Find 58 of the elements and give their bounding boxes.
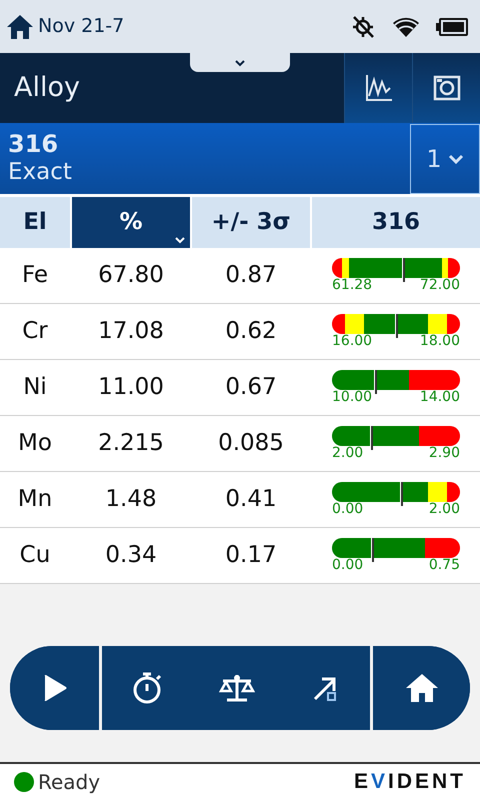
pull-down-tab[interactable] <box>190 53 290 72</box>
range-max: 2.00 <box>428 502 460 518</box>
error-cell-text: 0.62 <box>224 317 278 346</box>
play-button[interactable] <box>10 646 102 730</box>
camera-button[interactable] <box>412 53 480 123</box>
chevron-down-icon <box>448 154 464 164</box>
percent-cell-text: 67.80 <box>97 261 165 290</box>
error-cell-text: 0.87 <box>224 261 278 290</box>
percent-cell-text: 1.48 <box>104 485 158 514</box>
range-min: 10.00 <box>332 390 372 406</box>
home-icon <box>404 672 440 704</box>
brand-logo: EVIDENT <box>354 769 466 796</box>
percent-cell-text: 2.215 <box>97 429 165 458</box>
element-cell-text: Mo <box>17 429 53 458</box>
range-min: 0.00 <box>332 558 364 574</box>
balance-scale-icon <box>219 673 255 703</box>
range-max: 2.90 <box>428 446 460 462</box>
percent-cell-text: 0.34 <box>104 541 158 570</box>
spectrum-button[interactable] <box>344 53 412 123</box>
sort-caret-icon <box>174 236 186 244</box>
percent-cell-text: 17.08 <box>97 317 165 346</box>
element-cell-text: Fe <box>20 261 50 290</box>
column-header[interactable]: +/- 3σ <box>192 197 310 248</box>
element-cell-text: Ni <box>22 373 48 402</box>
range-max: 0.75 <box>428 558 460 574</box>
element-cell-text: Mn <box>16 485 54 514</box>
column-header[interactable]: 316 <box>312 197 480 248</box>
mode-title: Alloy <box>13 70 80 105</box>
sample-name: Nov 21-7 <box>38 14 124 40</box>
home-icon[interactable] <box>6 14 34 40</box>
range-min: 61.28 <box>332 278 372 294</box>
timer-icon <box>132 671 162 705</box>
element-cell-text: Cu <box>18 541 52 570</box>
wifi-icon <box>392 16 420 38</box>
range-max: 18.00 <box>420 334 460 350</box>
element-cell-text: Cr <box>21 317 49 346</box>
error-cell-text: 0.085 <box>217 429 285 458</box>
range-min: 2.00 <box>332 446 364 462</box>
range-min: 16.00 <box>332 334 372 350</box>
column-header[interactable]: % <box>72 197 190 248</box>
error-cell-text: 0.67 <box>224 373 278 402</box>
range-max: 72.00 <box>420 278 460 294</box>
match-quality: Exact <box>8 159 73 187</box>
sync-off-icon <box>350 14 376 38</box>
percent-cell-text: 11.00 <box>97 373 165 402</box>
column-header[interactable]: El <box>0 197 70 248</box>
range-min: 0.00 <box>332 502 364 518</box>
chevron-down-icon <box>234 58 246 66</box>
error-cell-text: 0.41 <box>224 485 278 514</box>
spectrum-icon <box>364 74 392 102</box>
status-label: Ready <box>38 769 100 796</box>
range-max: 14.00 <box>420 390 460 406</box>
play-icon <box>42 674 68 702</box>
battery-icon <box>436 18 468 36</box>
camera-icon <box>432 75 460 101</box>
error-cell-text: 0.17 <box>224 541 278 570</box>
match-rank-dropdown[interactable]: 1 <box>410 124 480 194</box>
alloy-grade: 316 <box>8 130 60 160</box>
